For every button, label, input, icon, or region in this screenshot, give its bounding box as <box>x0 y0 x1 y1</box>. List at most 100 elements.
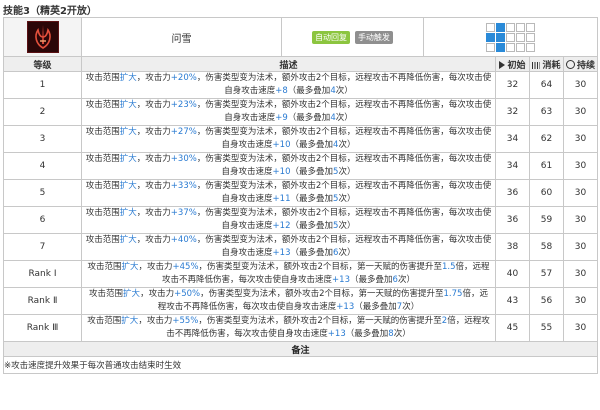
row-duration: 30 <box>563 233 598 261</box>
table-row: Rank Ⅰ 攻击范围扩大，攻击力+45%，伤害类型变为法术，额外攻击2个目标，第… <box>3 260 598 288</box>
desc-segment: 1.5 <box>441 262 456 272</box>
desc-segment: +8 <box>275 86 288 96</box>
desc-segment: ，伤害类型变为法术，额外攻击2个目标，第一天赋的伤害提升至 <box>200 289 444 299</box>
row-level: Rank Ⅱ <box>3 287 82 315</box>
desc-segment: +13 <box>272 248 291 258</box>
desc-segment: 次） <box>397 275 415 285</box>
row-initial: 43 <box>495 287 530 315</box>
desc-segment: ，攻击力 <box>136 208 171 218</box>
row-initial: 32 <box>495 71 530 99</box>
tag-manual-trigger: 手动触发 <box>354 30 393 44</box>
note-header: 备注 <box>3 341 598 357</box>
table-row: 2 攻击范围扩大，攻击力+23%，伤害类型变为法术，额外攻击2个目标，远程攻击不再… <box>3 98 598 126</box>
range-cell <box>506 42 515 52</box>
desc-segment: （最多叠加 <box>287 113 331 123</box>
row-duration: 30 <box>563 179 598 207</box>
desc-segment: （最多叠加 <box>290 248 334 258</box>
row-cost: 55 <box>529 314 564 342</box>
desc-segment: 扩大 <box>119 154 137 164</box>
desc-segment: 扩大 <box>119 100 137 110</box>
row-level: Rank Ⅰ <box>3 260 82 288</box>
row-level: 2 <box>3 98 82 126</box>
desc-segment: 次） <box>338 167 356 177</box>
desc-segment: 攻击范围 <box>85 73 120 83</box>
table-row: 1 攻击范围扩大，攻击力+20%，伤害类型变为法术，额外攻击2个目标，远程攻击不再… <box>3 71 598 99</box>
range-cell <box>486 42 495 52</box>
desc-segment: 扩大 <box>121 262 139 272</box>
row-cost: 61 <box>529 152 564 180</box>
row-cost: 63 <box>529 98 564 126</box>
row-duration: 30 <box>563 287 598 315</box>
desc-segment: 扩大 <box>119 73 137 83</box>
desc-segment: ，攻击力 <box>140 289 175 299</box>
row-description: 攻击范围扩大，攻击力+50%，伤害类型变为法术，额外攻击2个目标，第一天赋的伤害… <box>81 287 496 315</box>
desc-segment: 次） <box>338 194 356 204</box>
row-initial: 32 <box>495 98 530 126</box>
range-cell <box>423 17 598 57</box>
row-duration: 30 <box>563 206 598 234</box>
note-text: ※攻击速度提升效果于每次普通攻击结束时生效 <box>3 356 598 374</box>
row-level: 1 <box>3 71 82 99</box>
desc-segment: （最多叠加 <box>290 140 334 150</box>
range-cell <box>506 32 515 42</box>
desc-segment: 攻击范围 <box>87 262 122 272</box>
table-row: 5 攻击范围扩大，攻击力+33%，伤害类型变为法术，额外攻击2个目标，远程攻击不再… <box>3 179 598 207</box>
desc-segment: 1.75 <box>443 289 463 299</box>
row-description: 攻击范围扩大，攻击力+23%，伤害类型变为法术，额外攻击2个目标，远程攻击不再降… <box>81 98 496 126</box>
desc-segment: 扩大 <box>121 316 139 326</box>
row-duration: 30 <box>563 314 598 342</box>
desc-segment: +30% <box>170 154 197 164</box>
desc-segment: 扩大 <box>119 127 137 137</box>
level-rows: 1 攻击范围扩大，攻击力+20%，伤害类型变为法术，额外攻击2个目标，远程攻击不再… <box>3 71 598 342</box>
desc-segment: +33% <box>170 181 197 191</box>
note-header-row: 备注 <box>3 341 598 357</box>
skill-icon-cell <box>3 17 82 57</box>
play-icon <box>499 60 506 69</box>
desc-segment: 次） <box>335 86 353 96</box>
row-level: 4 <box>3 152 82 180</box>
desc-segment: ，攻击力 <box>136 154 171 164</box>
table-row: Rank Ⅲ 攻击范围扩大，攻击力+55%，伤害类型变为法术，额外攻击2个目标，第… <box>3 314 598 342</box>
skill-page: 技能3（精英2开放） 问雪 自动回复 手动触发 等级 描述 初始 消耗 持续 1… <box>0 0 600 410</box>
desc-segment: 次） <box>338 221 356 231</box>
row-initial: 36 <box>495 179 530 207</box>
row-initial: 45 <box>495 314 530 342</box>
skill-table: 问雪 自动回复 手动触发 等级 描述 初始 消耗 持续 1 攻击范围扩大，攻击力+… <box>3 17 598 374</box>
desc-segment: 次） <box>335 113 353 123</box>
row-cost: 59 <box>529 206 564 234</box>
bars-icon <box>532 61 541 69</box>
desc-segment: +55% <box>172 316 199 326</box>
row-cost: 58 <box>529 233 564 261</box>
desc-segment: 攻击范围 <box>85 127 120 137</box>
desc-segment: ，攻击力 <box>136 100 171 110</box>
range-cell <box>526 32 535 42</box>
row-level: 5 <box>3 179 82 207</box>
row-level: 7 <box>3 233 82 261</box>
col-level: 等级 <box>3 56 82 72</box>
desc-segment: 攻击范围 <box>87 316 122 326</box>
row-description: 攻击范围扩大，攻击力+40%，伤害类型变为法术，额外攻击2个目标，远程攻击不再降… <box>81 233 496 261</box>
row-description: 攻击范围扩大，攻击力+33%，伤害类型变为法术，额外攻击2个目标，远程攻击不再降… <box>81 179 496 207</box>
skill-section-title: 技能3（精英2开放） <box>3 6 97 17</box>
desc-segment: 次） <box>402 302 420 312</box>
desc-segment: +11 <box>272 194 291 204</box>
col-cost: 消耗 <box>529 56 564 72</box>
desc-segment: 攻击范围 <box>85 100 120 110</box>
note-row: ※攻击速度提升效果于每次普通攻击结束时生效 <box>3 356 598 374</box>
range-cell <box>516 42 525 52</box>
attack-range-grid <box>486 22 535 52</box>
desc-segment: +37% <box>170 208 197 218</box>
desc-segment: ，攻击力 <box>136 73 171 83</box>
desc-segment: ，攻击力 <box>138 316 173 326</box>
row-initial: 34 <box>495 125 530 153</box>
desc-segment: +20% <box>170 73 197 83</box>
desc-segment: +10 <box>272 167 291 177</box>
desc-segment: +9 <box>275 113 288 123</box>
table-row: 4 攻击范围扩大，攻击力+30%，伤害类型变为法术，额外攻击2个目标，远程攻击不再… <box>3 152 598 180</box>
desc-segment: 攻击范围 <box>85 154 120 164</box>
row-initial: 36 <box>495 206 530 234</box>
range-cell-active <box>496 32 505 42</box>
range-cell-active <box>486 32 495 42</box>
desc-segment: 扩大 <box>119 235 137 245</box>
desc-segment: +13 <box>327 329 346 339</box>
